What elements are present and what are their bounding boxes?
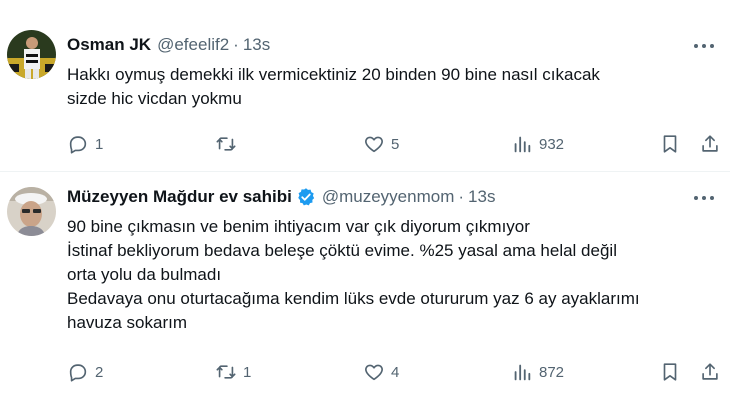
tweet-1[interactable]: Osman JK @efeelif2 · 13s Hakkı oymuş dem…	[0, 0, 730, 172]
share-icon	[702, 135, 718, 152]
bookmark-icon	[663, 363, 677, 381]
more-icon[interactable]	[692, 36, 716, 56]
tweet-text-line: sizde hic vicdan yokmu	[67, 89, 242, 108]
tweet-text-line: Bedavaya onu oturtacağıma kendim lüks ev…	[67, 289, 640, 308]
bookmark-button[interactable]	[659, 360, 681, 384]
like-icon	[365, 364, 383, 381]
author-name[interactable]: Müzeyyen Mağdur ev sahibi	[67, 187, 292, 207]
tweet-header: Müzeyyen Mağdur ev sahibi @muzeyyenmom ·…	[67, 186, 495, 208]
views-button[interactable]: 932	[511, 132, 564, 156]
views-count: 932	[539, 135, 565, 153]
tweet-text-line: orta yolu da bulmadı	[67, 265, 222, 284]
tweet-header: Osman JK @efeelif2 · 13s	[67, 34, 270, 56]
author-handle[interactable]: @muzeyyenmom	[322, 187, 455, 207]
tweet-text: Hakkı oymuş demekki ilk vermicektiniz 20…	[67, 63, 707, 111]
like-count: 5	[391, 135, 400, 153]
reply-count: 2	[95, 363, 104, 381]
reply-button[interactable]: 2	[67, 360, 103, 384]
tweet-text-line: Hakkı oymuş demekki ilk vermicektiniz 20…	[67, 65, 600, 84]
views-icon	[514, 364, 531, 381]
separator: ·	[458, 187, 465, 206]
timestamp[interactable]: 13s	[243, 35, 270, 55]
retweet-icon	[216, 365, 236, 379]
tweet-text: 90 bine çıkmasın ve benim ihtiyacım var …	[67, 215, 707, 335]
tweet-actions: 2 1 4 872	[67, 360, 727, 384]
avatar[interactable]	[7, 30, 56, 79]
retweet-count: 1	[243, 363, 252, 381]
retweet-icon	[216, 137, 236, 151]
like-icon	[365, 136, 383, 153]
avatar[interactable]	[7, 187, 56, 236]
more-icon[interactable]	[692, 188, 716, 208]
tweet-text-line: havuza sokarım	[67, 313, 187, 332]
bookmark-button[interactable]	[659, 132, 681, 156]
reply-button[interactable]: 1	[67, 132, 103, 156]
share-icon	[702, 363, 718, 380]
tweet-actions: 1 5 932	[67, 132, 727, 156]
reply-icon	[69, 364, 87, 382]
share-button[interactable]	[699, 360, 721, 384]
like-count: 4	[391, 363, 400, 381]
reply-count: 1	[95, 135, 104, 153]
views-icon	[514, 136, 531, 153]
like-button[interactable]: 5	[363, 132, 399, 156]
tweet-text-line: İstinaf bekliyorum bedava beleşe çöktü e…	[67, 241, 617, 260]
retweet-button[interactable]	[215, 132, 243, 156]
like-button[interactable]: 4	[363, 360, 399, 384]
retweet-button[interactable]: 1	[215, 360, 251, 384]
separator: ·	[233, 35, 239, 54]
views-button[interactable]: 872	[511, 360, 564, 384]
tweet-text-line: 90 bine çıkmasın ve benim ihtiyacım var …	[67, 217, 530, 236]
reply-icon	[69, 136, 87, 154]
views-count: 872	[539, 363, 565, 381]
verified-badge-icon	[296, 187, 316, 207]
author-name[interactable]: Osman JK	[67, 35, 151, 55]
timestamp[interactable]: 13s	[468, 187, 495, 207]
bookmark-icon	[663, 135, 677, 153]
tweet-2[interactable]: Müzeyyen Mağdur ev sahibi @muzeyyenmom ·…	[0, 172, 730, 420]
share-button[interactable]	[699, 132, 721, 156]
author-handle[interactable]: @efeelif2	[157, 35, 229, 55]
